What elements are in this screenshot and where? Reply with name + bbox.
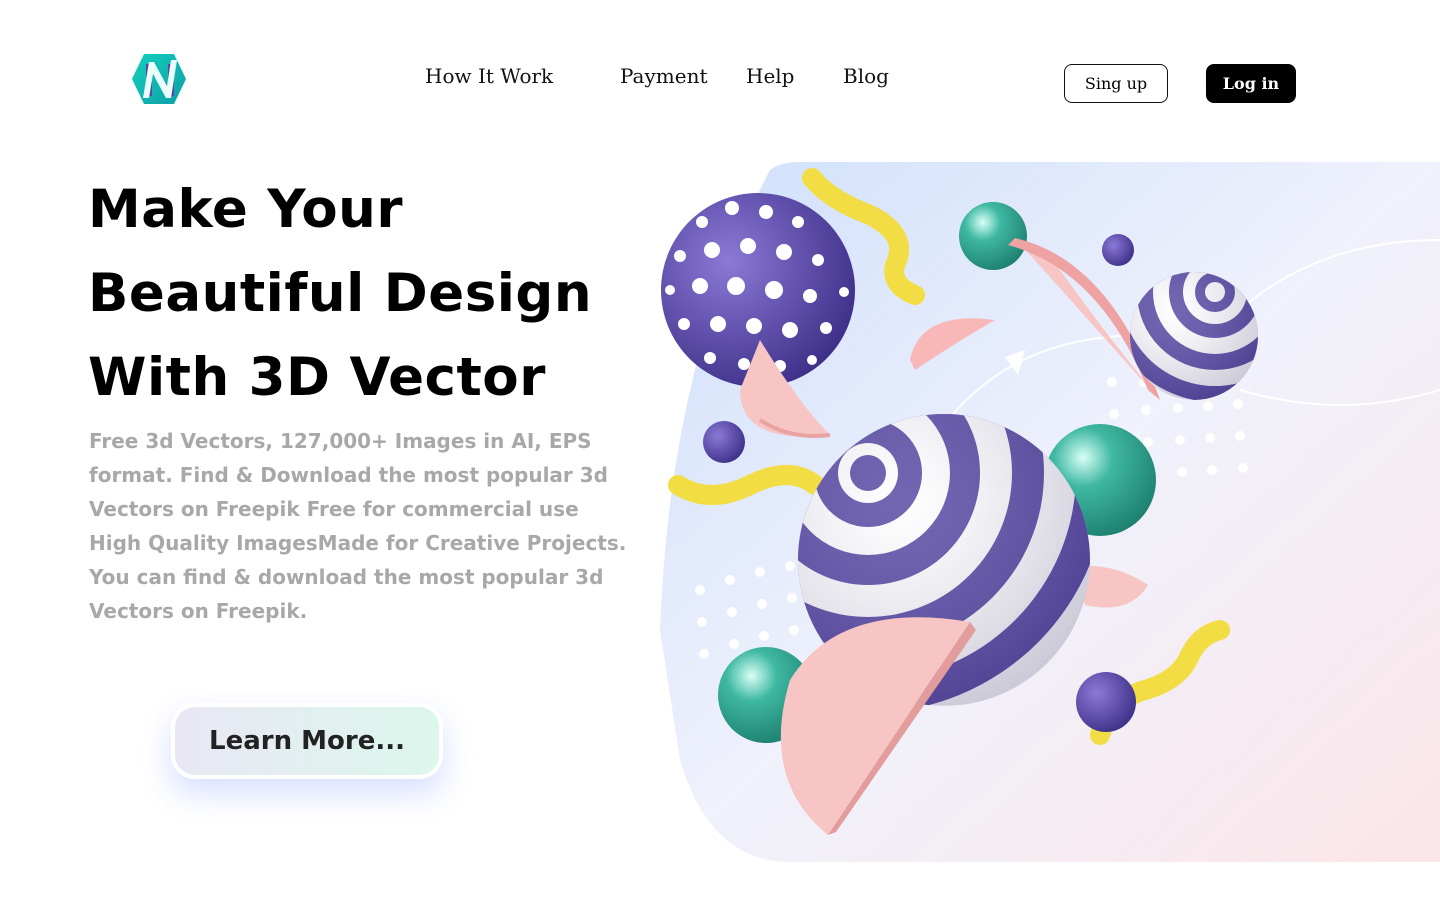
hero-title-line: Make Your [88,179,404,240]
nav-payment[interactable]: Payment [620,64,708,88]
learn-more-button[interactable]: Learn More... [171,703,443,779]
nav-blog[interactable]: Blog [843,64,889,88]
logo[interactable] [130,52,188,106]
hero-description: Free 3d Vectors, 127,000+ Images in AI, … [89,429,627,623]
signup-button[interactable]: Sing up [1064,64,1168,103]
nav-how-it-work[interactable]: How It Work [425,64,553,88]
hero-title: Make Your Beautiful Design With 3D Vecto… [88,168,648,420]
hero-title-line: With 3D Vector [88,347,546,408]
nav-help[interactable]: Help [746,64,794,88]
3d-abstract-shapes-illustration [660,162,1440,862]
hero-illustration [640,160,1440,870]
hero-title-line: Beautiful Design [88,263,593,324]
login-button[interactable]: Log in [1206,64,1296,103]
n-letter-logo-icon [132,54,186,104]
